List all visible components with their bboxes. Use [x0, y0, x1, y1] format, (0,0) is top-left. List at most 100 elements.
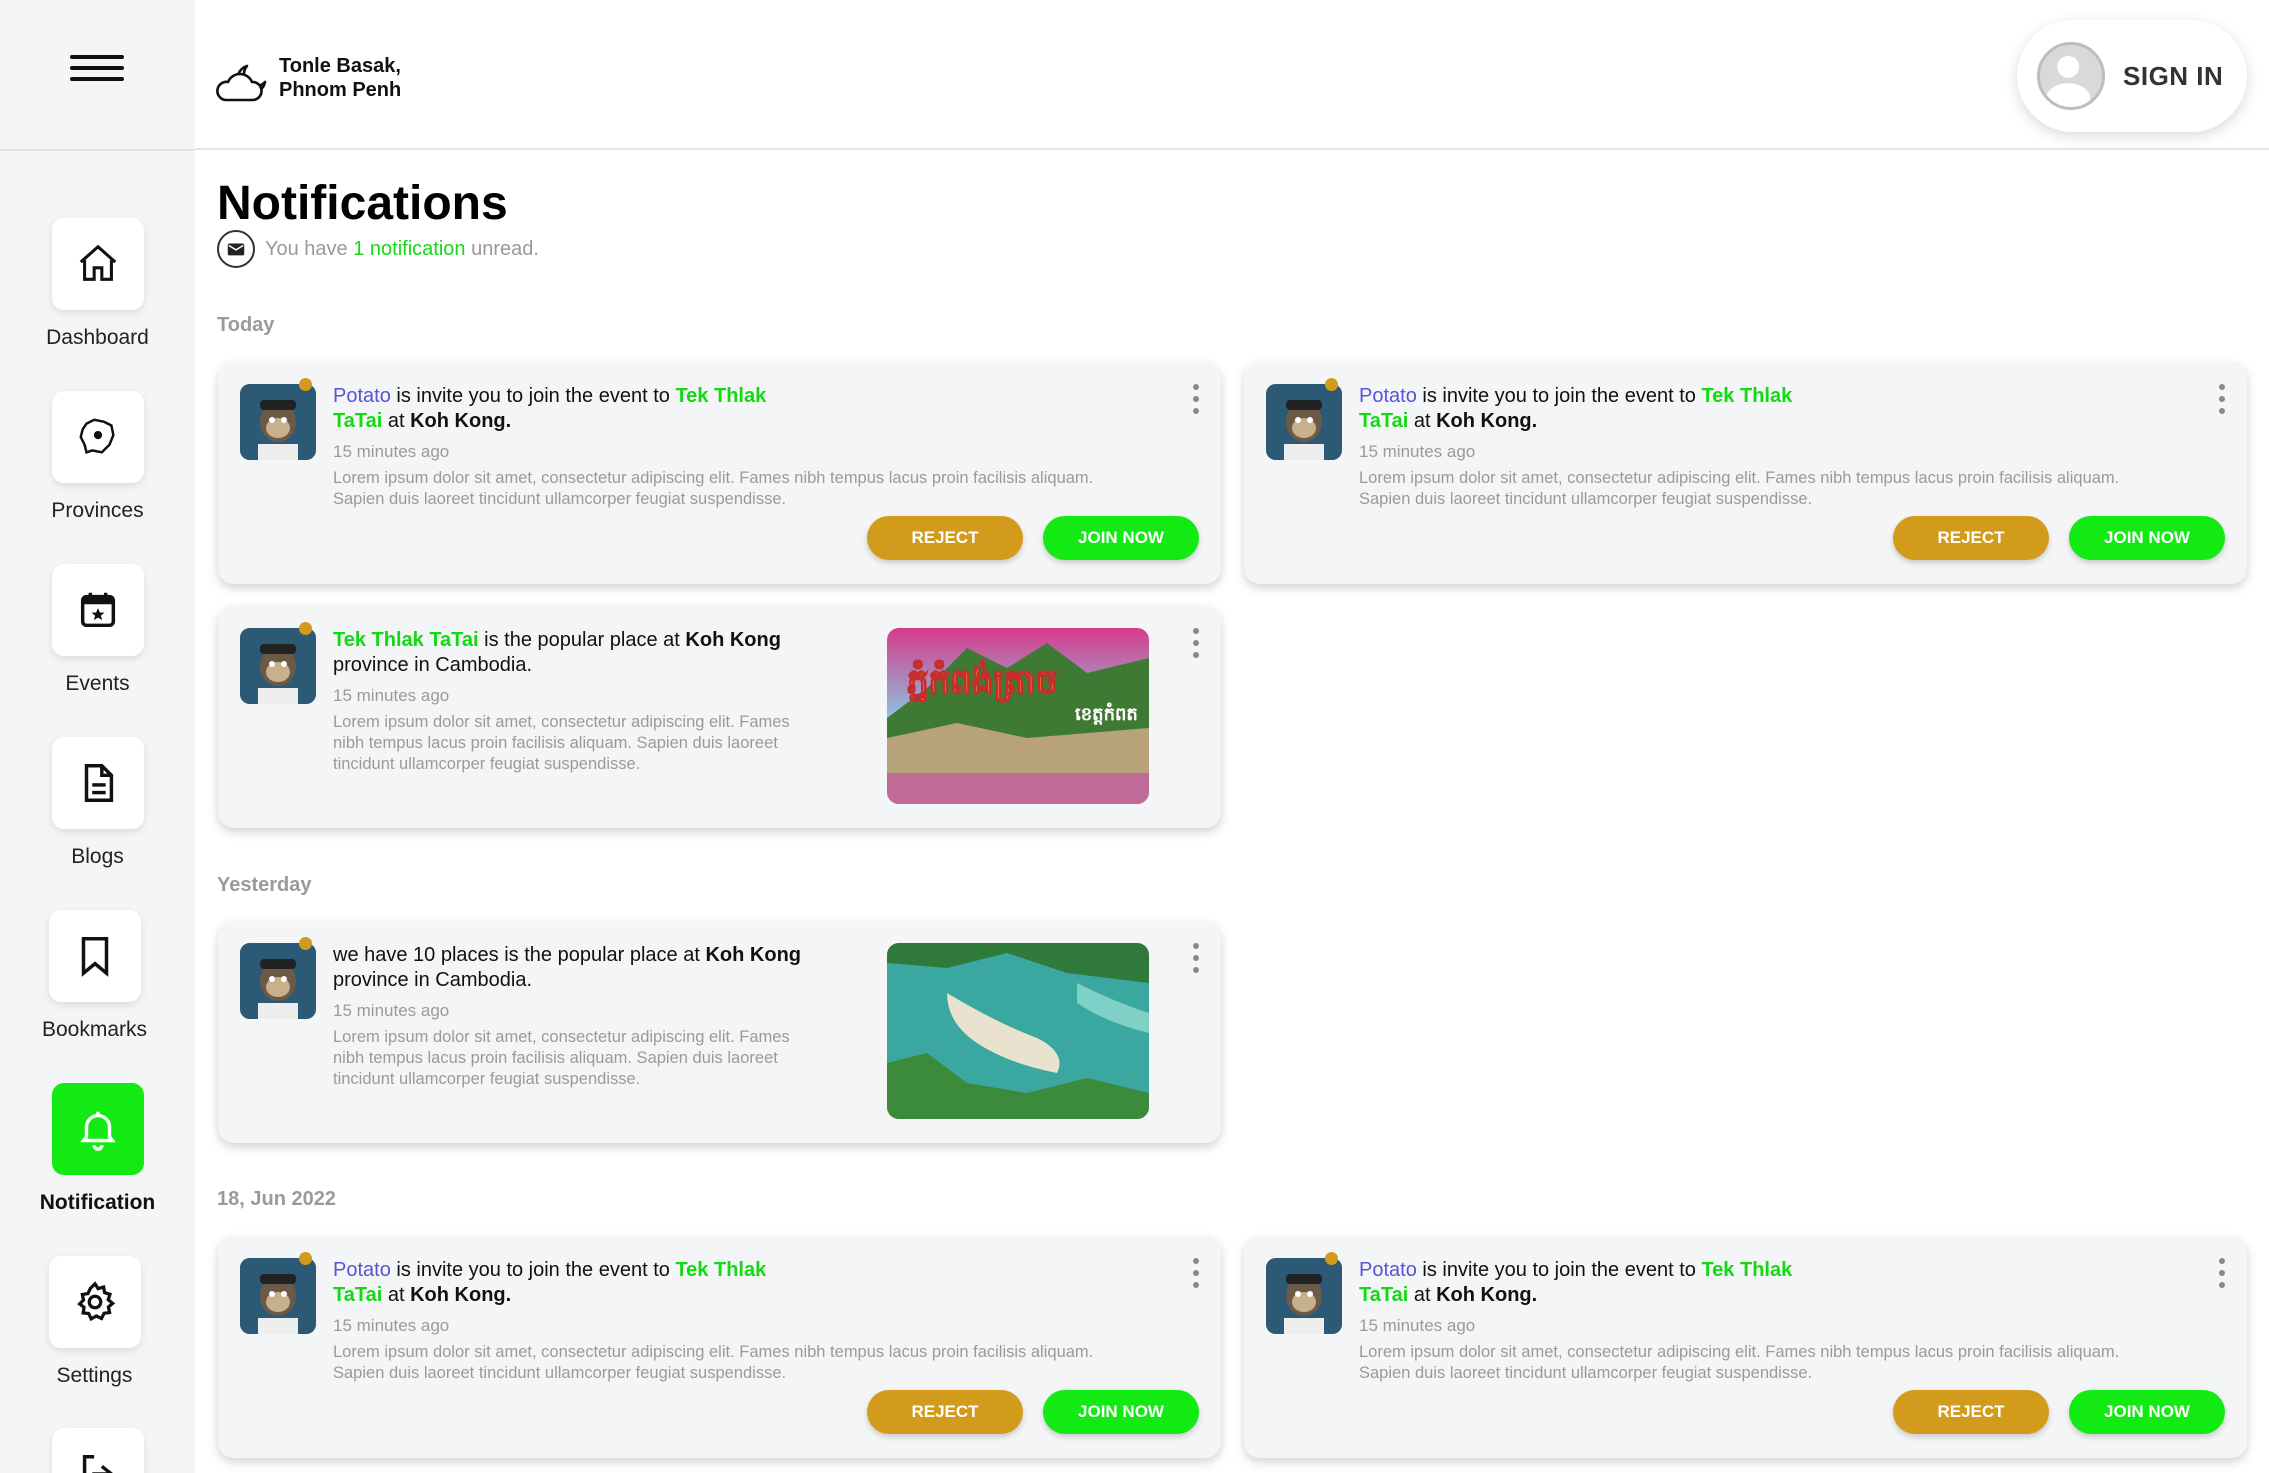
avatar [240, 937, 316, 1019]
mail-icon [217, 230, 255, 268]
timestamp: 15 minutes ago [333, 686, 450, 705]
location-line1: Tonle Basak, [279, 55, 401, 77]
message-text: at [1413, 410, 1431, 432]
notification-card-invite[interactable]: Potato is invite you to join the event t… [1244, 1236, 2247, 1458]
notification-card-popular-place[interactable]: Tek Thlak TaTai is the popular place at … [218, 606, 1221, 828]
notification-message: Tek Thlak TaTai is the popular place at … [333, 628, 781, 678]
message-text: is invite you to join the event to [396, 1259, 670, 1281]
join-now-button[interactable]: JOIN NOW [2069, 1390, 2225, 1434]
section-date: 18, Jun 2022 [217, 1188, 336, 1210]
unread-summary: You have 1 notification unread. [217, 230, 539, 268]
description: Lorem ipsum dolor sit amet, consectetur … [333, 1027, 790, 1090]
place-thumbnail[interactable] [887, 943, 1149, 1119]
sidebar-item-label: Provinces [51, 499, 144, 522]
user-link[interactable]: Potato [1359, 385, 1417, 407]
event-link[interactable]: Tek Thlak [1701, 385, 1792, 407]
notification-message: Potato is invite you to join the event t… [333, 1258, 766, 1308]
avatar [240, 378, 316, 460]
hamburger-menu-icon[interactable] [70, 55, 124, 95]
more-options-icon[interactable] [2217, 1258, 2227, 1288]
more-options-icon[interactable] [2217, 384, 2227, 414]
more-options-icon[interactable] [1191, 628, 1201, 658]
unread-prefix: You have [265, 237, 348, 260]
sidebar-item-logout[interactable] [0, 1428, 195, 1473]
place-name: Koh Kong. [1436, 410, 1538, 432]
event-link[interactable]: TaTai [1359, 1284, 1408, 1306]
more-options-icon[interactable] [1191, 384, 1201, 414]
timestamp: 15 minutes ago [333, 1001, 450, 1020]
event-link[interactable]: Tek Thlak [675, 1259, 766, 1281]
user-link[interactable]: Potato [333, 385, 391, 407]
reject-button[interactable]: REJECT [1893, 1390, 2049, 1434]
description-line: Lorem ipsum dolor sit amet, consectetur … [1359, 1343, 2120, 1361]
user-link[interactable]: Potato [333, 1259, 391, 1281]
sidebar-item-blogs[interactable]: Blogs [0, 737, 195, 869]
description: Lorem ipsum dolor sit amet, consectetur … [333, 712, 790, 775]
sidebar-item-label: Dashboard [46, 326, 149, 349]
description-line: nibh tempus lacus proin facilisis aliqua… [333, 734, 778, 752]
description-line: tincidunt ullamcorper feugiat suspendiss… [333, 1070, 641, 1088]
document-icon [84, 764, 113, 802]
event-link[interactable]: Tek Thlak [1701, 1259, 1792, 1281]
event-link[interactable]: TaTai [333, 1284, 382, 1306]
top-header: Tonle Basak, Phnom Penh SIGN IN [195, 0, 2269, 150]
place-name: Koh Kong [705, 944, 801, 966]
message-text: at [387, 1284, 405, 1306]
avatar [240, 1252, 316, 1334]
more-options-icon[interactable] [1191, 1258, 1201, 1288]
calendar-star-icon [80, 592, 115, 628]
sign-in-button[interactable]: SIGN IN [2017, 20, 2247, 132]
home-icon [79, 244, 116, 281]
description-line: Lorem ipsum dolor sit amet, consectetur … [333, 1028, 790, 1046]
timestamp: 15 minutes ago [1359, 1316, 1476, 1335]
message-text: we have 10 places is the popular place a… [333, 944, 700, 966]
message-text: at [1413, 1284, 1431, 1306]
unread-dot [299, 378, 312, 391]
reject-button[interactable]: REJECT [867, 516, 1023, 560]
timestamp: 15 minutes ago [1359, 442, 1476, 461]
sidebar-item-notification[interactable]: Notification [0, 1083, 195, 1215]
location-line2: Phnom Penh [279, 79, 402, 101]
message-text: is invite you to join the event to [1422, 1259, 1696, 1281]
page-title: Notifications [217, 177, 508, 230]
notification-card-invite[interactable]: Potato is invite you to join the event t… [1244, 362, 2247, 584]
notification-card-places[interactable]: we have 10 places is the popular place a… [218, 921, 1221, 1143]
description-line: Sapien duis laoreet tincidunt ullamcorpe… [333, 1364, 787, 1382]
join-now-button[interactable]: JOIN NOW [1043, 516, 1199, 560]
reject-button[interactable]: REJECT [867, 1390, 1023, 1434]
sidebar-item-settings[interactable]: Settings [0, 1256, 192, 1388]
user-link[interactable]: Potato [1359, 1259, 1417, 1281]
notification-card-invite[interactable]: Potato is invite you to join the event t… [218, 1236, 1221, 1458]
bell-icon [79, 1111, 116, 1151]
message-text: is invite you to join the event to [1422, 385, 1696, 407]
sidebar-item-events[interactable]: Events [0, 564, 195, 696]
event-link[interactable]: TaTai [333, 410, 382, 432]
notification-message: Potato is invite you to join the event t… [1359, 384, 1792, 434]
description: Lorem ipsum dolor sit amet, consectetur … [333, 468, 1093, 510]
description-line: nibh tempus lacus proin facilisis aliqua… [333, 1049, 778, 1067]
event-link[interactable]: TaTai [1359, 410, 1408, 432]
sidebar-item-provinces[interactable]: Provinces [0, 391, 195, 523]
more-options-icon[interactable] [1191, 943, 1201, 973]
notification-card-invite[interactable]: Potato is invite you to join the event t… [218, 362, 1221, 584]
timestamp: 15 minutes ago [333, 442, 450, 461]
description-line: Lorem ipsum dolor sit amet, consectetur … [333, 469, 1094, 487]
place-name: Koh Kong. [1436, 1284, 1538, 1306]
join-now-button[interactable]: JOIN NOW [1043, 1390, 1199, 1434]
image-title: ភ្នំកំពង់ត្រាច [907, 660, 1057, 702]
map-icon [78, 418, 115, 454]
sidebar-item-bookmarks[interactable]: Bookmarks [0, 910, 192, 1042]
reject-button[interactable]: REJECT [1893, 516, 2049, 560]
join-now-button[interactable]: JOIN NOW [2069, 516, 2225, 560]
sidebar-divider [0, 149, 195, 151]
place-link[interactable]: Tek Thlak TaTai [333, 629, 479, 651]
message-text: is the popular place at [484, 629, 680, 651]
event-link[interactable]: Tek Thlak [675, 385, 766, 407]
avatar [1266, 1252, 1342, 1334]
sidebar-item-dashboard[interactable]: Dashboard [0, 218, 195, 350]
sidebar-item-label: Events [65, 672, 130, 695]
description: Lorem ipsum dolor sit amet, consectetur … [1359, 468, 2119, 510]
place-thumbnail[interactable]: ភ្នំកំពង់ត្រាច ខេត្តកំពត [887, 628, 1149, 804]
sidebar-item-label: Notification [39, 1191, 156, 1214]
message-text: at [387, 410, 405, 432]
